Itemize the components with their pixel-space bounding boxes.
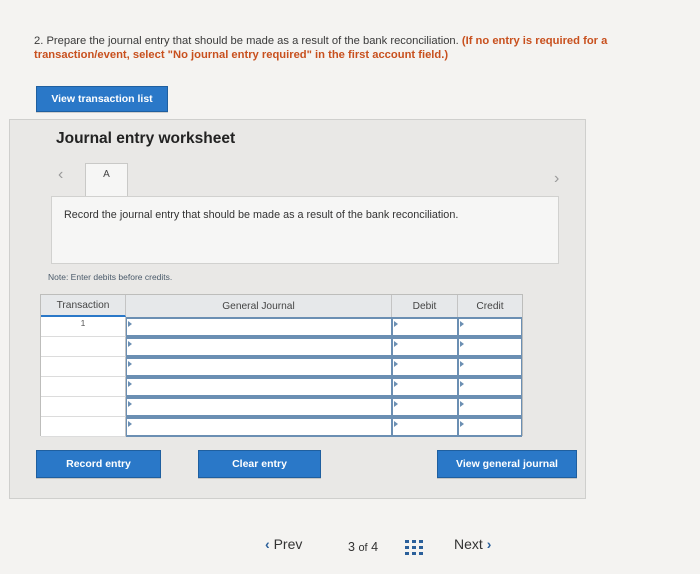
table-row — [41, 397, 522, 417]
journal-table: Transaction General Journal Debit Credit… — [40, 294, 523, 437]
dropdown-triangle-icon — [460, 321, 464, 327]
worksheet-next-icon[interactable]: › — [554, 170, 559, 188]
view-general-journal-button[interactable]: View general journal — [437, 450, 577, 478]
debit-input[interactable] — [392, 397, 458, 417]
grid-icon[interactable] — [405, 540, 423, 555]
worksheet-instruction: Record the journal entry that should be … — [51, 196, 559, 264]
dropdown-triangle-icon — [394, 401, 398, 407]
prev-label: Prev — [273, 536, 303, 552]
debits-note: Note: Enter debits before credits. — [48, 272, 173, 282]
dropdown-triangle-icon — [128, 381, 132, 387]
credit-input[interactable] — [458, 417, 522, 437]
dropdown-triangle-icon — [460, 381, 464, 387]
dropdown-triangle-icon — [394, 361, 398, 367]
page-of: of — [358, 542, 368, 554]
chevron-left-icon: ‹ — [265, 536, 270, 552]
dropdown-triangle-icon — [128, 361, 132, 367]
dropdown-triangle-icon — [394, 421, 398, 427]
debit-input[interactable] — [392, 357, 458, 377]
credit-input[interactable] — [458, 357, 522, 377]
question-prefix: 2. Prepare the journal entry that should… — [34, 35, 462, 47]
view-transaction-list-button[interactable]: View transaction list — [36, 86, 168, 112]
transaction-cell — [41, 377, 126, 397]
prev-button[interactable]: ‹ Prev — [265, 536, 302, 552]
credit-input[interactable] — [458, 377, 522, 397]
table-row — [41, 377, 522, 397]
dropdown-triangle-icon — [460, 421, 464, 427]
dropdown-triangle-icon — [460, 341, 464, 347]
account-select[interactable] — [126, 357, 392, 377]
question-text: 2. Prepare the journal entry that should… — [34, 34, 694, 62]
debit-input[interactable] — [392, 317, 458, 337]
next-button[interactable]: Next › — [454, 536, 491, 552]
dropdown-triangle-icon — [460, 401, 464, 407]
account-select[interactable] — [126, 337, 392, 357]
worksheet-title: Journal entry worksheet — [56, 130, 236, 147]
debit-input[interactable] — [392, 377, 458, 397]
credit-input[interactable] — [458, 337, 522, 357]
journal-entry-worksheet: Journal entry worksheet ‹ A › Record the… — [9, 119, 586, 499]
credit-input[interactable] — [458, 317, 522, 337]
chevron-right-icon: › — [486, 536, 492, 552]
dropdown-triangle-icon — [394, 381, 398, 387]
table-row: 1 — [41, 317, 522, 337]
transaction-cell: 1 — [41, 317, 126, 337]
dropdown-triangle-icon — [394, 341, 398, 347]
transaction-cell — [41, 337, 126, 357]
table-row — [41, 417, 522, 437]
dropdown-triangle-icon — [460, 361, 464, 367]
page-indicator: 3 of 4 — [348, 540, 378, 554]
account-select[interactable] — [126, 417, 392, 437]
transaction-cell — [41, 397, 126, 417]
record-entry-button[interactable]: Record entry — [36, 450, 161, 478]
transaction-cell — [41, 357, 126, 377]
credit-input[interactable] — [458, 397, 522, 417]
dropdown-triangle-icon — [394, 321, 398, 327]
header-debit: Debit — [392, 295, 458, 317]
dropdown-triangle-icon — [128, 421, 132, 427]
header-transaction: Transaction — [41, 295, 126, 317]
dropdown-triangle-icon — [128, 321, 132, 327]
debit-input[interactable] — [392, 417, 458, 437]
dropdown-triangle-icon — [128, 341, 132, 347]
page-total: 4 — [371, 540, 379, 554]
account-select[interactable] — [126, 377, 392, 397]
tab-a[interactable]: A — [85, 163, 128, 196]
next-label: Next — [454, 536, 483, 552]
worksheet-prev-icon[interactable]: ‹ — [58, 166, 63, 184]
account-select[interactable] — [126, 397, 392, 417]
transaction-cell — [41, 417, 126, 437]
table-row — [41, 337, 522, 357]
header-general-journal: General Journal — [126, 295, 392, 317]
header-credit: Credit — [458, 295, 522, 317]
account-select[interactable] — [126, 317, 392, 337]
debit-input[interactable] — [392, 337, 458, 357]
table-row — [41, 357, 522, 377]
clear-entry-button[interactable]: Clear entry — [198, 450, 321, 478]
page-current: 3 — [348, 540, 355, 554]
dropdown-triangle-icon — [128, 401, 132, 407]
